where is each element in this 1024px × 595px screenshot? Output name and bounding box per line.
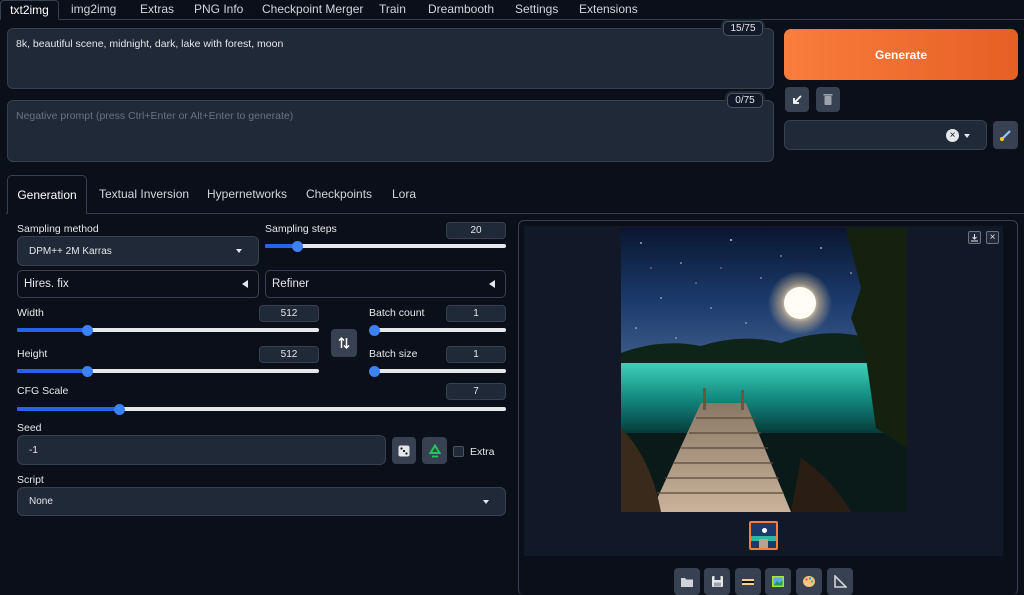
clear-prompt-button[interactable] bbox=[816, 87, 840, 112]
tab-settings[interactable]: Settings bbox=[515, 0, 558, 20]
top-tab-bar: txt2img img2img Extras PNG Info Checkpoi… bbox=[0, 0, 1024, 20]
batch-count-slider[interactable] bbox=[368, 324, 506, 336]
height-slider[interactable] bbox=[17, 365, 319, 377]
dice-icon bbox=[398, 445, 410, 456]
swap-arrows-icon bbox=[338, 336, 350, 350]
seed-label: Seed bbox=[17, 422, 42, 434]
batch-size-slider[interactable] bbox=[368, 365, 506, 377]
width-input[interactable]: 512 bbox=[259, 305, 319, 322]
palette-icon bbox=[803, 576, 815, 587]
prompt-text: 8k, beautiful scene, midnight, dark, lak… bbox=[16, 38, 284, 50]
tab-lora[interactable]: Lora bbox=[392, 175, 416, 214]
width-slider[interactable] bbox=[17, 324, 319, 336]
floppy-disk-icon bbox=[711, 576, 723, 587]
close-image-button[interactable]: × bbox=[986, 231, 999, 244]
generated-image[interactable] bbox=[621, 228, 907, 512]
height-label: Height bbox=[17, 348, 48, 360]
height-input[interactable]: 512 bbox=[259, 346, 319, 363]
reuse-seed-button[interactable] bbox=[422, 437, 447, 464]
send-to-img2img-button[interactable] bbox=[765, 568, 791, 595]
send-to-inpaint-button[interactable] bbox=[796, 568, 822, 595]
seed-value: -1 bbox=[29, 444, 38, 456]
batch-size-input[interactable]: 1 bbox=[446, 346, 506, 363]
slider-thumb[interactable] bbox=[291, 240, 303, 252]
tab-checkpoints[interactable]: Checkpoints bbox=[306, 175, 372, 214]
refiner-label: Refiner bbox=[272, 278, 310, 290]
script-value: None bbox=[29, 496, 53, 507]
gallery-thumbnail[interactable] bbox=[749, 521, 778, 550]
negative-prompt-token-counter: 0/75 bbox=[727, 93, 763, 108]
sampling-method-value: DPM++ 2M Karras bbox=[29, 245, 112, 257]
tab-txt2img[interactable]: txt2img bbox=[0, 0, 59, 20]
triangle-left-icon bbox=[242, 280, 248, 288]
batch-count-input[interactable]: 1 bbox=[446, 305, 506, 322]
extra-checkbox[interactable] bbox=[453, 446, 464, 457]
triangle-ruler-icon bbox=[834, 575, 847, 588]
random-seed-button[interactable] bbox=[392, 437, 416, 464]
sampling-steps-label: Sampling steps bbox=[265, 223, 337, 235]
tab-checkpoint-merger[interactable]: Checkpoint Merger bbox=[262, 0, 363, 20]
chevron-down-icon bbox=[964, 134, 970, 138]
tab-extras[interactable]: Extras bbox=[140, 0, 174, 20]
prompt-token-counter: 15/75 bbox=[723, 21, 763, 36]
triangle-left-icon bbox=[489, 280, 495, 288]
tab-dreambooth[interactable]: Dreambooth bbox=[428, 0, 494, 20]
prompt-input[interactable]: 8k, beautiful scene, midnight, dark, lak… bbox=[7, 28, 774, 89]
slider-thumb[interactable] bbox=[368, 324, 380, 336]
width-label: Width bbox=[17, 307, 44, 319]
slider-thumb[interactable] bbox=[82, 324, 94, 336]
negative-prompt-placeholder: Negative prompt (press Ctrl+Enter or Alt… bbox=[16, 110, 294, 122]
batch-size-label: Batch size bbox=[369, 348, 418, 360]
batch-count-label: Batch count bbox=[369, 307, 425, 319]
picture-icon bbox=[772, 576, 784, 587]
zip-button[interactable] bbox=[735, 568, 761, 595]
refiner-accordion[interactable]: Refiner bbox=[265, 270, 506, 298]
swap-dimensions-button[interactable] bbox=[331, 329, 357, 357]
recycle-icon bbox=[428, 443, 441, 457]
styles-dropdown[interactable]: × bbox=[784, 120, 987, 150]
trash-icon bbox=[823, 94, 833, 105]
tab-train[interactable]: Train bbox=[379, 0, 406, 20]
tab-png-info[interactable]: PNG Info bbox=[194, 0, 243, 20]
save-button[interactable] bbox=[704, 568, 730, 595]
zip-archive-icon bbox=[742, 578, 754, 585]
paste-arrow-button[interactable] bbox=[785, 87, 809, 112]
sampling-method-label: Sampling method bbox=[17, 223, 99, 235]
tab-generation[interactable]: Generation bbox=[7, 175, 87, 214]
slider-thumb[interactable] bbox=[114, 403, 126, 415]
hires-fix-accordion[interactable]: Hires. fix bbox=[17, 270, 259, 298]
download-icon bbox=[971, 234, 978, 242]
caret-down-icon bbox=[483, 499, 489, 504]
download-button[interactable] bbox=[968, 231, 981, 244]
extra-label: Extra bbox=[470, 446, 495, 458]
cfg-scale-label: CFG Scale bbox=[17, 385, 69, 397]
slider-thumb[interactable] bbox=[368, 365, 380, 377]
tab-textual-inversion[interactable]: Textual Inversion bbox=[99, 175, 189, 214]
negative-prompt-input[interactable]: Negative prompt (press Ctrl+Enter or Alt… bbox=[7, 100, 774, 162]
sampling-steps-slider[interactable] bbox=[265, 240, 506, 252]
cfg-scale-slider[interactable] bbox=[17, 403, 506, 415]
open-folder-button[interactable] bbox=[674, 568, 700, 595]
close-icon: × bbox=[989, 232, 996, 243]
generate-label: Generate bbox=[874, 47, 928, 62]
slider-thumb[interactable] bbox=[82, 365, 94, 377]
clear-styles-icon[interactable]: × bbox=[946, 129, 959, 142]
generate-button[interactable]: Generate bbox=[784, 29, 1018, 80]
sampling-steps-input[interactable]: 20 bbox=[446, 222, 506, 239]
send-to-extras-button[interactable] bbox=[827, 568, 853, 595]
script-dropdown[interactable]: None bbox=[17, 487, 506, 516]
folder-icon bbox=[681, 577, 693, 587]
arrow-down-left-icon bbox=[793, 94, 802, 104]
caret-down-icon bbox=[236, 249, 242, 253]
edit-styles-button[interactable] bbox=[993, 121, 1018, 149]
sampling-method-dropdown[interactable]: DPM++ 2M Karras bbox=[17, 236, 259, 266]
cfg-scale-input[interactable]: 7 bbox=[446, 383, 506, 400]
brush-icon bbox=[1000, 129, 1011, 141]
tab-hypernetworks[interactable]: Hypernetworks bbox=[207, 175, 287, 214]
seed-input[interactable]: -1 bbox=[17, 435, 386, 465]
script-label: Script bbox=[17, 474, 44, 486]
tab-extensions[interactable]: Extensions bbox=[579, 0, 638, 20]
hires-fix-label: Hires. fix bbox=[24, 278, 69, 290]
tab-img2img[interactable]: img2img bbox=[71, 0, 116, 20]
